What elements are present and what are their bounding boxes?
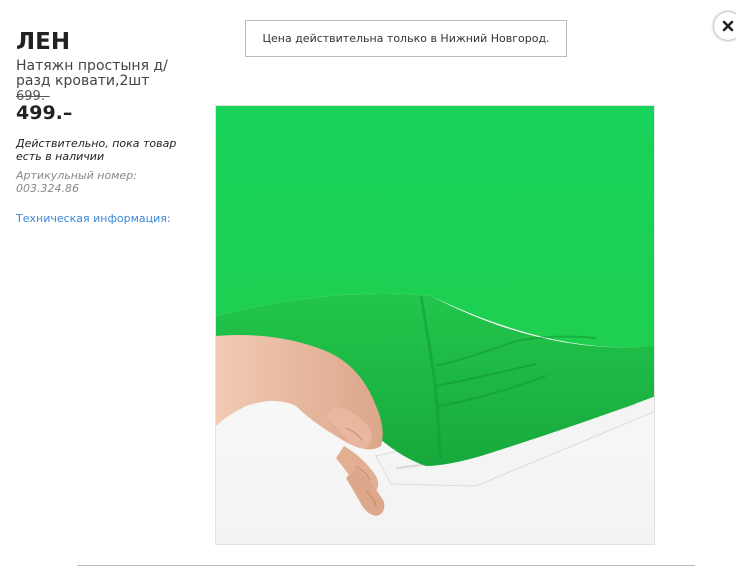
current-price: 499.– <box>16 102 73 124</box>
close-icon <box>722 20 734 32</box>
bottom-divider <box>77 565 695 566</box>
price-region-notice: Цена действительна только в Нижний Новго… <box>245 20 567 57</box>
tech-info-link[interactable]: Техническая информация: <box>16 212 196 225</box>
price-region-notice-text: Цена действительна только в Нижний Новго… <box>262 32 550 45</box>
close-button[interactable] <box>714 12 736 40</box>
product-description: Натяжн простыня д/разд кровати,2шт <box>16 58 168 89</box>
article-number: Артикульный номер: 003.324.86 <box>16 169 137 195</box>
availability-note: Действительно, пока товар есть в наличии <box>16 137 177 163</box>
product-info-panel: ЛЕН Натяжн простыня д/разд кровати,2шт 6… <box>16 28 196 225</box>
product-image <box>215 105 655 545</box>
product-popup: ЛЕН Натяжн простыня д/разд кровати,2шт 6… <box>0 0 736 568</box>
product-name: ЛЕН <box>16 29 71 55</box>
product-photo-illustration <box>216 106 654 544</box>
